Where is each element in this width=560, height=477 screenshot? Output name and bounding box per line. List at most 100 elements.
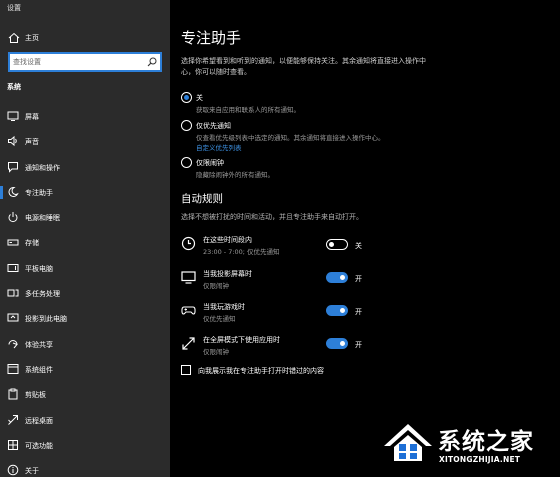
- rule-desc: 仅限闹钟: [203, 282, 229, 290]
- rule-toggle-times[interactable]: [326, 239, 348, 250]
- summary-checkbox-label: 向我展示我在专注助手打开时错过的内容: [198, 367, 324, 375]
- sidebar-item-label: 平板电脑: [25, 264, 53, 273]
- rule-toggle-display[interactable]: [326, 272, 348, 283]
- info-icon: [7, 464, 19, 476]
- sidebar-item-power[interactable]: 电源和睡眠: [0, 205, 170, 230]
- sidebar-item-label: 远程桌面: [25, 416, 53, 425]
- rule-desc: 仅限闹钟: [203, 348, 229, 356]
- rule-fullscreen-app[interactable]: 在全屏模式下使用应用时 仅限闹钟: [181, 333, 381, 359]
- option-title: 仅优先通知: [196, 122, 231, 130]
- search-input[interactable]: [13, 56, 141, 68]
- rule-duplicating-display[interactable]: 当我投影屏幕时 仅限闹钟: [181, 267, 381, 293]
- page-intro: 选择你希望看到和听到的通知，以便能够保持关注。其余通知将直接进入操作中心，你可以…: [181, 57, 426, 76]
- customize-priority-list-link[interactable]: 自定义优先列表: [196, 142, 242, 152]
- watermark-subtext: XITONGZHIJIA.NET: [439, 455, 521, 464]
- sidebar-item-label: 投影到此电脑: [25, 315, 67, 324]
- sidebar-item-notifications[interactable]: 通知和操作: [0, 155, 170, 180]
- rule-toggle-gaming[interactable]: [326, 305, 348, 316]
- tablet-icon: [7, 263, 19, 272]
- rule-playing-game[interactable]: 当我玩游戏时 仅优先通知: [181, 300, 381, 326]
- sidebar-item-label: 电源和睡眠: [25, 214, 60, 223]
- radio-priority-only[interactable]: [181, 120, 192, 131]
- sidebar-item-label: 通知和操作: [25, 163, 60, 172]
- speaker-icon: [8, 136, 17, 147]
- sidebar-item-label: 存储: [25, 239, 39, 248]
- window-title: 设置: [7, 4, 21, 12]
- sidebar-item-system-components[interactable]: 系统组件: [0, 357, 170, 382]
- option-desc: 隐藏除闹钟外的所有通知。: [196, 171, 274, 179]
- fullscreen-icon: [182, 337, 195, 350]
- sidebar-item-label: 剪贴板: [25, 391, 46, 400]
- sidebar-item-remote-desktop[interactable]: 远程桌面: [0, 408, 170, 433]
- home-icon: [8, 32, 20, 43]
- rule-title: 当我投影屏幕时: [203, 270, 252, 278]
- moon-icon: [8, 186, 19, 197]
- watermark-logo-icon: [384, 424, 432, 461]
- components-icon: [7, 363, 19, 374]
- sidebar-item-label: 屏幕: [25, 113, 39, 121]
- sidebar-item-label: 专注助手: [25, 188, 53, 197]
- sidebar-nav: 屏幕 声音 通知和操作 专注助手 电源和睡眠 存储 平板电脑 多任务处理 投影到…: [0, 104, 170, 477]
- rule-desc: 23:00 - 7:00; 仅优先通知: [203, 248, 280, 256]
- sidebar-item-label: 系统组件: [25, 365, 53, 374]
- page-title: 专注助手: [181, 29, 242, 47]
- rule-desc: 仅优先通知: [203, 315, 236, 323]
- option-title: 关: [196, 94, 203, 102]
- auto-rules-title: 自动规则: [181, 193, 223, 205]
- gamepad-icon: [181, 306, 196, 315]
- multitask-icon: [7, 289, 19, 297]
- watermark-text: 系统之家: [438, 429, 534, 455]
- sidebar-item-label: 可选功能: [25, 441, 53, 450]
- optional-features-icon: [8, 439, 18, 450]
- rule-toggle-fullscreen[interactable]: [326, 338, 348, 349]
- display-icon: [181, 271, 196, 284]
- project-icon: [7, 313, 19, 322]
- clipboard-icon: [8, 388, 18, 400]
- option-desc: 仅查看优先级列表中选定的通知。其余通知将直接进入操作中心。: [196, 134, 385, 142]
- main-content: 专注助手 选择你希望看到和听到的通知，以便能够保持关注。其余通知将直接进入操作中…: [170, 0, 560, 477]
- watermark: 系统之家 XITONGZHIJIA.NET: [380, 412, 560, 477]
- search-box[interactable]: [8, 52, 162, 72]
- sidebar-item-label: 关于: [25, 467, 39, 476]
- section-label: 系统: [7, 83, 21, 91]
- notification-icon: [8, 161, 18, 173]
- sidebar-item-tablet[interactable]: 平板电脑: [0, 256, 170, 281]
- sidebar-item-home[interactable]: 主页: [0, 30, 170, 46]
- sidebar-item-label: 主页: [25, 34, 39, 42]
- storage-icon: [7, 239, 19, 246]
- sidebar-item-project[interactable]: 投影到此电脑: [0, 306, 170, 331]
- sidebar-item-label: 声音: [25, 138, 39, 147]
- sidebar-item-about[interactable]: 关于: [0, 458, 170, 477]
- option-desc: 获取来自应用和联系人的所有通知。: [196, 106, 300, 114]
- radio-off[interactable]: [181, 92, 192, 103]
- sidebar-item-optional-features[interactable]: 可选功能: [0, 433, 170, 458]
- summary-checkbox-row[interactable]: 向我展示我在专注助手打开时错过的内容: [181, 365, 431, 377]
- sidebar-item-sound[interactable]: 声音: [0, 129, 170, 154]
- rule-title: 当我玩游戏时: [203, 303, 245, 311]
- search-icon[interactable]: [147, 57, 157, 67]
- share-icon: [8, 339, 18, 348]
- rule-during-these-times[interactable]: 在这些时间段内 23:00 - 7:00; 仅优先通知: [181, 233, 381, 259]
- sidebar-item-focus-assist[interactable]: 专注助手: [0, 180, 170, 205]
- sidebar-item-label: 多任务处理: [25, 290, 60, 299]
- toggle-state-label: 关: [355, 242, 362, 250]
- toggle-state-label: 开: [355, 341, 362, 349]
- toggle-state-label: 开: [355, 308, 362, 316]
- summary-checkbox[interactable]: [181, 365, 191, 375]
- clock-icon: [181, 236, 196, 251]
- power-icon: [8, 212, 18, 223]
- sidebar-item-storage[interactable]: 存储: [0, 230, 170, 255]
- rule-title: 在这些时间段内: [203, 236, 252, 244]
- rule-title: 在全屏模式下使用应用时: [203, 336, 280, 344]
- monitor-icon: [7, 111, 19, 121]
- auto-rules-desc: 选择不想被打扰的时间和活动，并且专注助手来自动打开。: [181, 213, 363, 221]
- sidebar-item-display[interactable]: 屏幕: [0, 104, 170, 129]
- radio-alarms-only[interactable]: [181, 157, 192, 168]
- sidebar-item-shared-experiences[interactable]: 体验共享: [0, 332, 170, 357]
- option-title: 仅限闹钟: [196, 159, 224, 167]
- sidebar-item-multitasking[interactable]: 多任务处理: [0, 281, 170, 306]
- sidebar-item-clipboard[interactable]: 剪贴板: [0, 382, 170, 407]
- toggle-state-label: 开: [355, 275, 362, 283]
- sidebar-item-label: 体验共享: [25, 340, 53, 349]
- sidebar: 设置 主页 系统 屏幕 声音 通知和操作 专注助手: [0, 0, 170, 477]
